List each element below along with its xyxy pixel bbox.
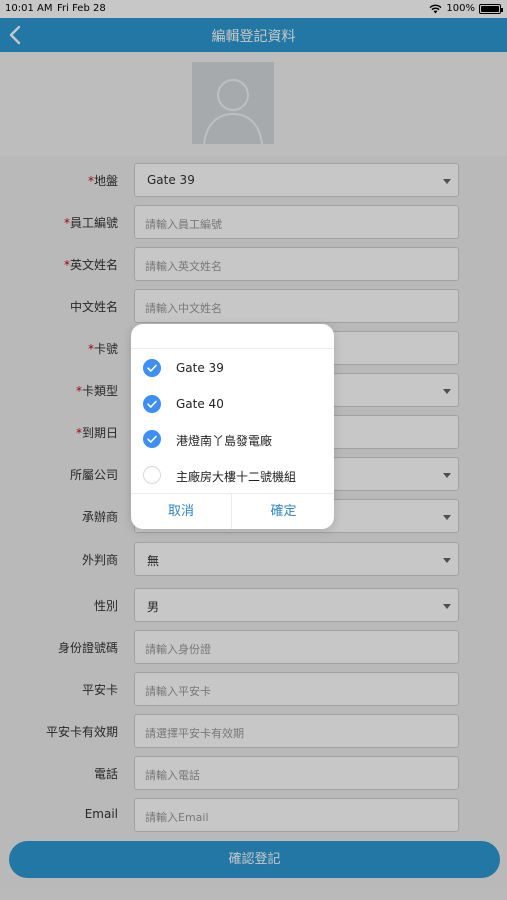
ok-button[interactable]: 確定	[233, 494, 334, 529]
checkbox-checked-icon[interactable]	[143, 359, 161, 377]
dialog-footer: 取消 確定	[131, 493, 334, 529]
dialog-option-gate-40[interactable]: Gate 40	[131, 389, 334, 419]
dialog-option-lamma-power-station[interactable]: 港燈南丫島發電廠	[131, 424, 334, 454]
dialog-option-main-building-unit-12[interactable]: 主廠房大樓十二號機組	[131, 460, 334, 490]
cancel-button[interactable]: 取消	[131, 494, 232, 529]
checkbox-checked-icon[interactable]	[143, 395, 161, 413]
option-label: 港燈南丫島發電廠	[176, 434, 273, 448]
option-label: 主廠房大樓十二號機組	[176, 470, 297, 484]
option-label: Gate 40	[176, 397, 224, 411]
checkbox-unchecked-icon[interactable]	[143, 466, 161, 484]
dialog-header	[131, 324, 334, 349]
dialog-option-gate-39[interactable]: Gate 39	[131, 353, 334, 383]
option-label: Gate 39	[176, 361, 224, 375]
site-picker-dialog: Gate 39 Gate 40 港燈南丫島發電廠 主廠房大樓十二號機組 取消 確…	[131, 324, 334, 529]
checkbox-checked-icon[interactable]	[143, 430, 161, 448]
